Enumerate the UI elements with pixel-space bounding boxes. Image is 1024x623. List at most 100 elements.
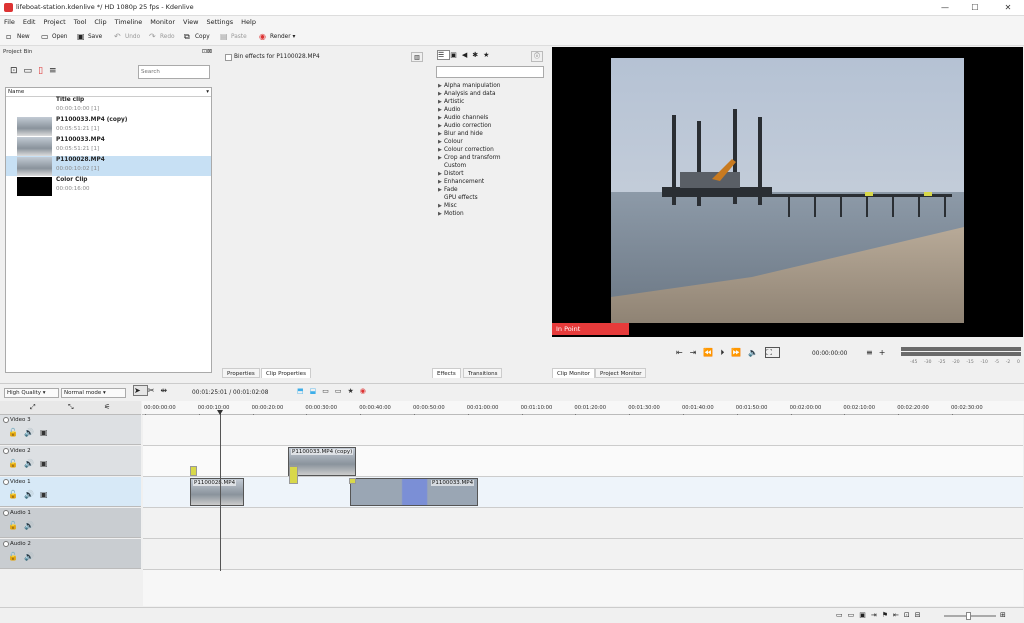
track-header-video-2[interactable]: Video 2 🔓🔊▣ [0, 446, 141, 476]
monitor-icon[interactable]: ▭ [836, 611, 848, 619]
track-header-video-1[interactable]: Video 1 🔓🔊▣ [0, 477, 141, 507]
copy-button[interactable]: ⧉ Copy [184, 31, 210, 43]
bin-search-input[interactable] [138, 65, 210, 79]
effect-category-colour-correction[interactable]: ▶ Colour correction [438, 146, 494, 154]
lock-icon[interactable]: 🔓 [8, 490, 24, 499]
menu-settings[interactable]: Settings [202, 16, 237, 28]
playhead[interactable] [220, 411, 221, 571]
marker-icon[interactable]: ⚑ [882, 611, 893, 619]
razor-tool-icon[interactable]: ✂ [148, 386, 161, 395]
timeline-clip-p1100033[interactable]: P1100033.MP4 [350, 478, 478, 506]
mute-icon[interactable]: 🔊 [24, 428, 40, 437]
menu-monitor[interactable]: Monitor [146, 16, 179, 28]
quality-select[interactable]: High Quality ▾ [4, 388, 59, 398]
zoom-slider[interactable] [944, 612, 996, 620]
add-folder-icon[interactable]: ▭ [24, 66, 39, 76]
extract-icon[interactable]: ▭ [335, 387, 348, 395]
menu-timeline[interactable]: Timeline [111, 16, 147, 28]
effect-category-blur-and-hide[interactable]: ▶ Blur and hide [438, 130, 483, 138]
minimize-button[interactable]: — [930, 1, 960, 14]
tab-effects[interactable]: Effects [432, 368, 461, 378]
menu-file[interactable]: File [0, 16, 19, 28]
composition-marker[interactable] [190, 466, 197, 476]
hide-video-icon[interactable]: ▣ [40, 490, 54, 499]
expand-icon[interactable]: ⤡ [68, 403, 74, 412]
render-button[interactable]: ◉ Render ▾ [259, 31, 295, 43]
open-button[interactable]: ▭ Open [41, 31, 67, 43]
bin-item-title-clip[interactable]: Title clip 00:00:10:00 [1] [6, 96, 211, 116]
playhead-handle-icon[interactable] [217, 410, 223, 415]
panel-float-icon[interactable]: ⊡⊠ [202, 48, 212, 55]
snap-icon[interactable]: ⇥ [871, 611, 882, 619]
timeline-empty-area[interactable] [143, 570, 1023, 606]
add-clip-icon[interactable]: ⊡ [10, 66, 24, 76]
lock-icon[interactable]: 🔓 [8, 521, 24, 530]
menu-tool[interactable]: Tool [70, 16, 91, 28]
mute-icon[interactable]: 🔊 [24, 490, 40, 499]
track-lane-video-3[interactable] [143, 415, 1023, 446]
mute-icon[interactable]: 🔊 [24, 521, 40, 530]
bin-menu-icon[interactable]: ≡ [49, 66, 63, 76]
track-header-audio-2[interactable]: Audio 2 🔓🔊 [0, 539, 141, 569]
menu-project[interactable]: Project [39, 16, 69, 28]
menu-help[interactable]: Help [237, 16, 260, 28]
set-in-icon[interactable]: ⇤ [676, 348, 690, 357]
edit-mode-select[interactable]: Normal mode ▾ [61, 388, 126, 398]
favorite-effects-icon[interactable]: ★ [348, 387, 360, 395]
thumbnail-icon[interactable]: ▣ [859, 611, 871, 619]
timeline-clip-p1100033-copy[interactable]: P1100033.MP4 (copy) [288, 447, 356, 476]
zoom-in-status-icon[interactable]: ⊞ [1000, 611, 1006, 619]
effect-category-distort[interactable]: ▶ Distort [438, 170, 464, 178]
track-header-video-3[interactable]: Video 3 🔓🔊▣ [0, 415, 141, 445]
monitor-menu-icon[interactable]: ≡ [866, 348, 879, 357]
effect-category-motion[interactable]: ▶ Motion [438, 210, 464, 218]
composition-marker[interactable] [289, 466, 298, 484]
compare-icon[interactable]: ▥ [411, 52, 423, 62]
maximize-button[interactable]: ☐ [960, 1, 990, 14]
effect-category-custom[interactable]: Custom [438, 162, 466, 170]
lock-icon[interactable]: 🔓 [8, 459, 24, 468]
zoom-in-icon[interactable]: + [879, 348, 892, 357]
tab-transitions[interactable]: Transitions [463, 368, 503, 378]
render-preview-icon[interactable]: ▭ [848, 611, 860, 619]
track-lane-audio-2[interactable] [143, 539, 1023, 570]
composition-marker[interactable] [349, 478, 356, 484]
monitor-timecode[interactable]: 00:00:00:00 [812, 351, 847, 357]
hide-video-icon[interactable]: ▣ [40, 428, 54, 437]
lift-icon[interactable]: ▭ [322, 387, 335, 395]
tab-clip-monitor[interactable]: Clip Monitor [552, 368, 596, 378]
menu-clip[interactable]: Clip [90, 16, 110, 28]
timeline-position[interactable]: 00:01:25:01 / 00:01:02:08 [192, 390, 268, 396]
delete-icon[interactable]: ▯ [38, 66, 49, 76]
collapse-icon[interactable]: ⤢ [30, 403, 36, 412]
effect-category-colour[interactable]: ▶ Colour [438, 138, 463, 146]
hide-video-icon[interactable]: ▣ [40, 459, 54, 468]
fit-zoom-icon[interactable]: ⛶ [765, 347, 780, 358]
paste-button[interactable]: ▤ Paste [220, 31, 247, 43]
effect-category-enhancement[interactable]: ▶ Enhancement [438, 178, 484, 186]
track-lane-video-2[interactable] [143, 446, 1023, 477]
track-lane-video-1[interactable] [143, 477, 1023, 508]
audio-effects-icon[interactable]: ◀ [462, 51, 472, 59]
effect-category-fade[interactable]: ▶ Fade [438, 186, 458, 194]
redo-button[interactable]: ↷ Redo [149, 31, 175, 43]
effect-category-audio-correction[interactable]: ▶ Audio correction [438, 122, 491, 130]
forward-icon[interactable]: ⏩ [731, 348, 748, 357]
tab-clip-properties[interactable]: Clip Properties [261, 368, 311, 378]
zoom-fit-icon[interactable]: ⊡ [904, 611, 915, 619]
bin-item-p1100028[interactable]: P1100028.MP4 00:00:10:02 [1] [6, 156, 211, 176]
lock-icon[interactable]: 🔓 [8, 428, 24, 437]
effect-category-misc[interactable]: ▶ Misc [438, 202, 457, 210]
lock-icon[interactable]: 🔓 [8, 552, 24, 561]
effect-category-audio[interactable]: ▶ Audio [438, 106, 460, 114]
list-view-icon[interactable]: ☰ [437, 50, 451, 60]
in-point-marker[interactable]: In Point [552, 323, 629, 335]
effect-category-analysis-and-data[interactable]: ▶ Analysis and data [438, 90, 496, 98]
ripple-icon[interactable]: ⇤ [893, 611, 904, 619]
save-button[interactable]: ▣ Save [77, 31, 102, 43]
zoom-out-icon[interactable]: ⊟ [915, 611, 926, 619]
info-icon[interactable]: ⓘ [531, 51, 543, 62]
insert-icon[interactable]: ⬒ [297, 387, 310, 395]
menu-edit[interactable]: Edit [19, 16, 40, 28]
effect-category-gpu-effects[interactable]: GPU effects [438, 194, 478, 202]
